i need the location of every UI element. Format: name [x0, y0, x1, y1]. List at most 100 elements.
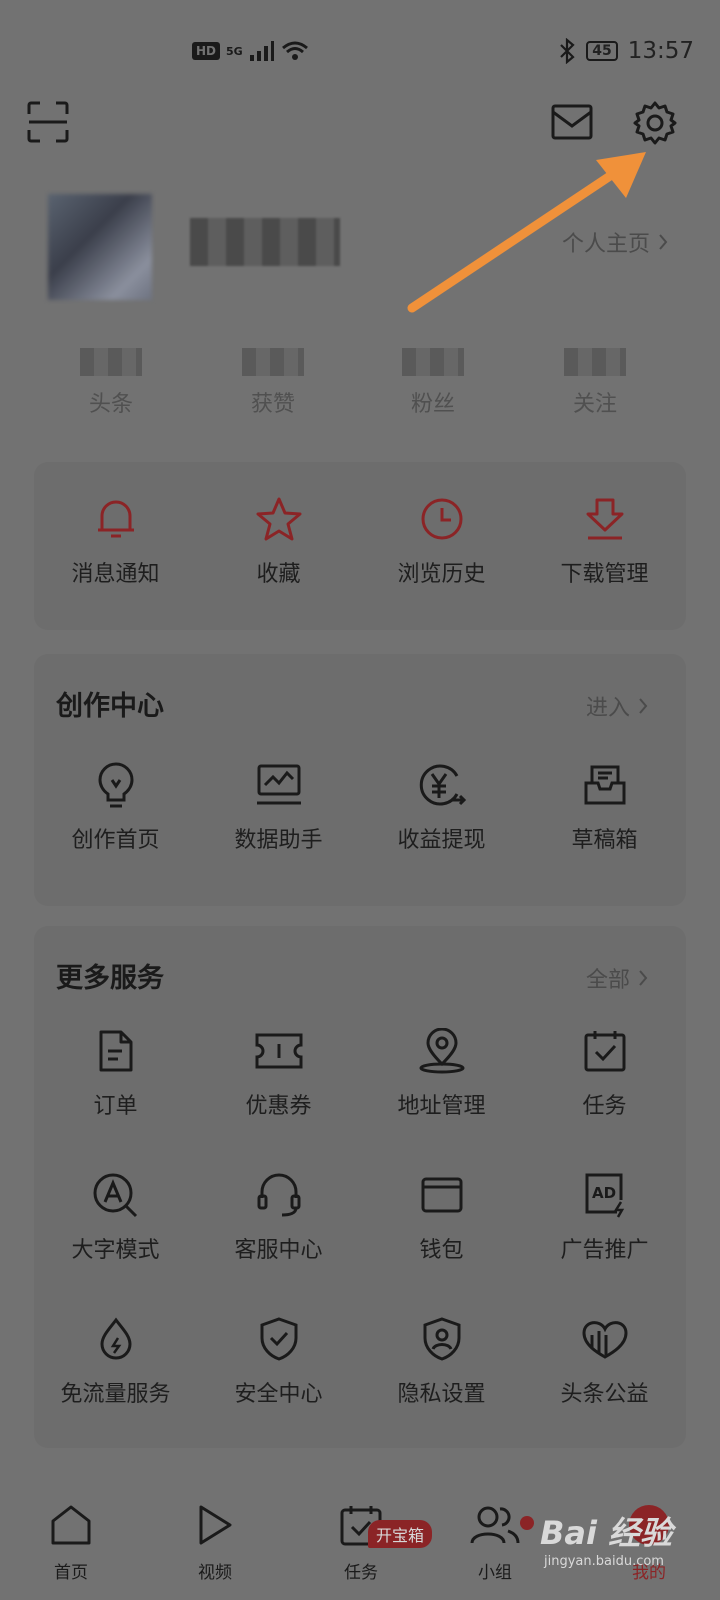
chevron-right-icon: [639, 698, 648, 714]
stat-label: 头条: [88, 392, 133, 417]
privacy-settings-label: 隐私设置: [397, 1382, 486, 1407]
wallet-label: 钱包: [419, 1238, 464, 1263]
watermark-brand: Bai 经验: [540, 1514, 673, 1552]
address-management-button[interactable]: 地址管理: [360, 1024, 523, 1120]
all-label: 全部: [585, 968, 630, 993]
coupons-label: 优惠券: [245, 1094, 312, 1119]
lightbulb-icon: [97, 762, 134, 808]
enter-label: 进入: [585, 696, 630, 721]
headset-icon: [257, 1173, 300, 1217]
tab-home-label: 首页: [54, 1563, 88, 1583]
bell-icon: [97, 500, 134, 538]
wifi-icon: [281, 41, 308, 60]
download-icon: [586, 498, 623, 540]
customer-service-button[interactable]: 客服中心: [197, 1168, 360, 1264]
tab-task-label: 任务: [344, 1563, 378, 1583]
chart-monitor-icon: [256, 764, 301, 805]
notifications-label: 消息通知: [71, 562, 160, 587]
history-label: 浏览历史: [397, 562, 486, 587]
group-notification-dot: [520, 1516, 534, 1530]
status-bar: HD 5G 45 13:57: [0, 0, 720, 100]
group-icon: [470, 1506, 520, 1544]
mail-icon: [551, 104, 593, 140]
watermark-url: jingyan.baidu.com: [544, 1554, 664, 1569]
scan-button[interactable]: [24, 98, 72, 146]
more-services-card: 更多服务 全部 订单 优惠券 地址管理 任务 大字模式 客服中心 钱包 AD 广…: [34, 926, 686, 1448]
ad-promotion-label: 广告推广: [560, 1238, 649, 1263]
toutiao-charity-button[interactable]: 头条公益: [523, 1312, 686, 1408]
free-data-service-button[interactable]: 免流量服务: [34, 1312, 197, 1408]
signal-icon: [249, 41, 274, 61]
free-data-service-label: 免流量服务: [60, 1382, 171, 1407]
tab-group[interactable]: 小组: [450, 1500, 540, 1583]
status-right: 45 13:57: [558, 38, 694, 64]
calendar-check-icon: [584, 1031, 625, 1072]
stat-label: 获赞: [250, 392, 295, 417]
ad-icon: AD: [585, 1173, 624, 1218]
wallet-button[interactable]: 钱包: [360, 1168, 523, 1264]
more-services-title: 更多服务: [56, 963, 164, 994]
orders-label: 订单: [93, 1094, 138, 1119]
tab-video[interactable]: 视频: [170, 1500, 260, 1583]
username: [190, 218, 340, 266]
shield-user-icon: [423, 1317, 460, 1361]
notifications-button[interactable]: 消息通知: [34, 492, 197, 588]
svg-text:AD: AD: [592, 1184, 616, 1202]
stat-value: [242, 348, 304, 376]
document-icon: [99, 1030, 132, 1072]
wallet-icon: [421, 1177, 462, 1213]
treasure-box-badge[interactable]: 开宝箱: [368, 1520, 433, 1548]
creation-center-enter-link[interactable]: 进入: [586, 690, 648, 722]
toutiao-charity-label: 头条公益: [560, 1382, 649, 1407]
clock-icon: [421, 498, 462, 540]
baidu-watermark: Bai 经验 jingyan.baidu.com: [540, 1508, 672, 1569]
clock: 13:57: [627, 38, 694, 64]
large-font-mode-button[interactable]: 大字模式: [34, 1168, 197, 1264]
address-management-label: 地址管理: [397, 1094, 486, 1119]
stat-following[interactable]: 关注: [520, 348, 670, 418]
flame-icon: [99, 1317, 132, 1360]
history-button[interactable]: 浏览历史: [360, 492, 523, 588]
creation-center-title: 创作中心: [56, 691, 164, 722]
ad-promotion-button[interactable]: AD 广告推广: [523, 1168, 686, 1264]
star-icon: [256, 497, 301, 541]
favorites-button[interactable]: 收藏: [197, 492, 360, 588]
hd-badge: HD: [192, 42, 221, 60]
downloads-button[interactable]: 下载管理: [523, 492, 686, 588]
coupons-button[interactable]: 优惠券: [197, 1024, 360, 1120]
stat-label: 粉丝: [410, 392, 455, 417]
personal-homepage-link[interactable]: 个人主页: [562, 226, 668, 258]
stat-toutiao[interactable]: 头条: [36, 348, 186, 418]
large-font-mode-label: 大字模式: [71, 1238, 160, 1263]
chevron-right-icon: [659, 234, 668, 250]
security-center-label: 安全中心: [234, 1382, 323, 1407]
creation-home-button[interactable]: 创作首页: [34, 758, 197, 854]
earnings-withdraw-button[interactable]: 收益提现: [360, 758, 523, 854]
tasks-label: 任务: [582, 1094, 627, 1119]
font-size-icon: [93, 1173, 137, 1218]
battery-indicator: 45: [586, 41, 618, 61]
stat-value: [80, 348, 142, 376]
privacy-settings-button[interactable]: 隐私设置: [360, 1312, 523, 1408]
location-pin-icon: [419, 1028, 464, 1074]
stat-followers[interactable]: 粉丝: [358, 348, 508, 418]
personal-homepage-label: 个人主页: [561, 232, 650, 257]
creation-home-label: 创作首页: [71, 828, 160, 853]
network-label: 5G: [226, 44, 243, 58]
security-center-button[interactable]: 安全中心: [197, 1312, 360, 1408]
stat-likes[interactable]: 获赞: [198, 348, 348, 418]
play-icon: [199, 1505, 232, 1545]
drafts-button[interactable]: 草稿箱: [523, 758, 686, 854]
favorites-label: 收藏: [256, 562, 301, 587]
tasks-button[interactable]: 任务: [523, 1024, 686, 1120]
data-assistant-button[interactable]: 数据助手: [197, 758, 360, 854]
chevron-right-icon: [639, 970, 648, 986]
stat-value: [564, 348, 626, 376]
more-services-all-link[interactable]: 全部: [586, 962, 648, 994]
avatar[interactable]: [48, 194, 152, 300]
messages-button[interactable]: [548, 100, 596, 144]
tab-home[interactable]: 首页: [26, 1500, 116, 1583]
orders-button[interactable]: 订单: [34, 1024, 197, 1120]
stat-label: 关注: [572, 392, 617, 417]
network-indicators: HD 5G: [192, 40, 309, 62]
